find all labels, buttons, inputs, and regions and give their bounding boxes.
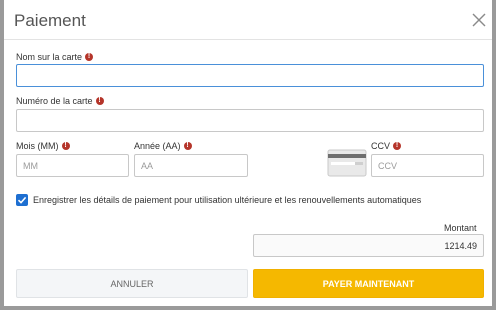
month-input[interactable] <box>16 154 129 177</box>
ccv-input[interactable] <box>371 154 484 177</box>
close-icon[interactable] <box>470 11 488 29</box>
card-number-label-text: Numéro de la carte <box>16 96 93 106</box>
card-name-label: Nom sur la carte ! <box>16 52 94 62</box>
month-label: Mois (MM) ! <box>16 141 70 151</box>
save-details-checkbox[interactable] <box>16 194 28 206</box>
amount-field[interactable] <box>253 234 484 257</box>
year-label-text: Année (AA) <box>134 141 181 151</box>
year-input[interactable] <box>134 154 248 177</box>
header-divider <box>4 39 492 40</box>
required-icon: ! <box>61 142 70 150</box>
ccv-label: CCV ! <box>371 141 402 151</box>
ccv-label-text: CCV <box>371 141 391 151</box>
required-icon: ! <box>95 97 104 105</box>
cancel-button[interactable]: ANNULER <box>16 269 248 298</box>
credit-card-icon <box>327 149 367 177</box>
required-icon: ! <box>393 142 402 150</box>
check-icon <box>17 196 27 204</box>
pay-now-button[interactable]: PAYER MAINTENANT <box>253 269 484 298</box>
save-details-label: Enregistrer les détails de paiement pour… <box>33 195 422 205</box>
amount-label: Montant <box>444 223 477 233</box>
year-label: Année (AA) ! <box>134 141 192 151</box>
card-number-input[interactable] <box>16 109 484 132</box>
required-icon: ! <box>85 53 94 61</box>
card-name-input[interactable] <box>16 64 484 87</box>
card-number-label: Numéro de la carte ! <box>16 96 104 106</box>
card-name-label-text: Nom sur la carte <box>16 52 83 62</box>
dialog-title: Paiement <box>14 11 86 30</box>
month-label-text: Mois (MM) <box>16 141 59 151</box>
required-icon: ! <box>183 142 192 150</box>
payment-dialog: Paiement Nom sur la carte ! Numéro de la… <box>0 0 496 310</box>
